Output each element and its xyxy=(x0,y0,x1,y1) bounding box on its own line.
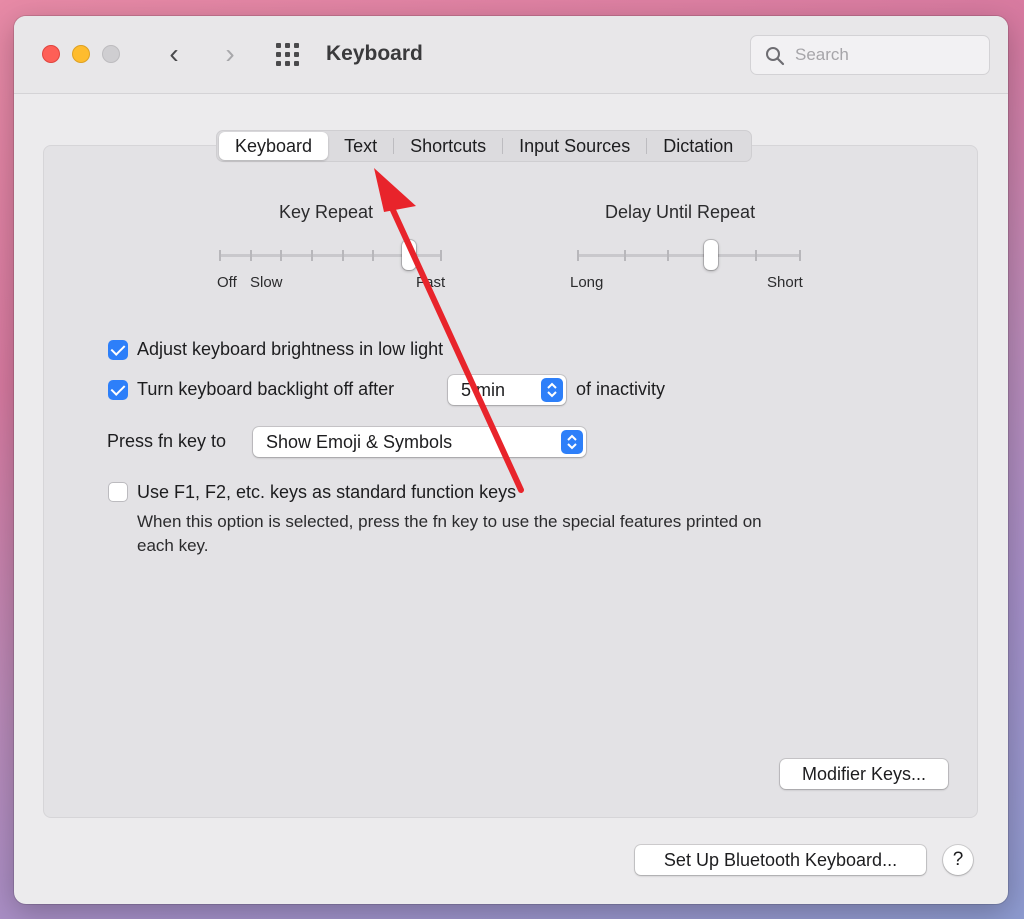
popup-stepper-icon xyxy=(541,378,563,402)
show-all-grid-icon[interactable] xyxy=(276,43,302,67)
title-bar: ‹ › Keyboard xyxy=(14,16,1008,94)
tab-dictation[interactable]: Dictation xyxy=(647,132,749,160)
slider-tick xyxy=(440,250,442,261)
delay-long-label: Long xyxy=(570,274,604,291)
tab-keyboard[interactable]: Keyboard xyxy=(219,132,329,160)
key-repeat-slider-knob[interactable] xyxy=(401,240,416,270)
delay-short-label: Short xyxy=(767,274,803,291)
key-repeat-off-label: Off xyxy=(217,274,237,291)
slider-tick xyxy=(219,250,221,261)
popup-stepper-icon xyxy=(561,430,583,454)
set-up-bluetooth-keyboard-button[interactable]: Set Up Bluetooth Keyboard... xyxy=(635,845,926,875)
slider-tick xyxy=(372,250,374,261)
slider-tick xyxy=(667,250,669,261)
system-preferences-window: ‹ › Keyboard Keyboard Text Shortcuts Inp… xyxy=(14,16,1008,904)
zoom-window-button[interactable] xyxy=(102,45,120,63)
backlight-label: Turn keyboard backlight off after xyxy=(137,379,395,399)
slider-tick xyxy=(280,250,282,261)
function-keys-help-line1: When this option is selected, press the … xyxy=(137,512,762,531)
window-title: Keyboard xyxy=(326,42,423,65)
minimize-window-button[interactable] xyxy=(72,45,90,63)
delay-until-repeat-slider[interactable] xyxy=(577,254,801,257)
modifier-keys-button[interactable]: Modifier Keys... xyxy=(780,759,948,789)
key-repeat-slow-label: Slow xyxy=(250,274,283,291)
backlight-checkbox[interactable] xyxy=(108,380,128,400)
help-button[interactable]: ? xyxy=(943,845,973,875)
forward-chevron-icon[interactable]: › xyxy=(216,40,244,70)
delay-until-repeat-slider-knob[interactable] xyxy=(704,240,719,270)
back-chevron-icon[interactable]: ‹ xyxy=(160,40,188,70)
key-repeat-title: Key Repeat xyxy=(279,202,374,222)
brightness-label: Adjust keyboard brightness in low light xyxy=(137,339,444,359)
brightness-checkbox[interactable] xyxy=(108,340,128,360)
search-icon xyxy=(766,47,785,66)
backlight-duration-popup[interactable]: 5 min xyxy=(448,375,566,405)
backlight-duration-value: 5 min xyxy=(461,380,506,400)
slider-tick xyxy=(755,250,757,261)
slider-tick xyxy=(577,250,579,261)
slider-tick xyxy=(342,250,344,261)
search-field[interactable] xyxy=(750,35,990,75)
tab-text[interactable]: Text xyxy=(328,132,393,160)
slider-tick xyxy=(624,250,626,261)
slider-tick xyxy=(799,250,801,261)
fn-key-label: Press fn key to xyxy=(107,431,227,451)
search-input[interactable] xyxy=(795,42,980,68)
slider-tick xyxy=(311,250,313,261)
function-keys-checkbox[interactable] xyxy=(108,482,128,502)
fn-key-action-value: Show Emoji & Symbols xyxy=(266,432,453,452)
fn-key-action-popup[interactable]: Show Emoji & Symbols xyxy=(253,427,586,457)
slider-tick xyxy=(250,250,252,261)
function-keys-label: Use F1, F2, etc. keys as standard functi… xyxy=(137,482,517,502)
function-keys-help-line2: each key. xyxy=(137,536,209,555)
tab-bar: Keyboard Text Shortcuts Input Sources Di… xyxy=(216,130,753,162)
key-repeat-fast-label: Fast xyxy=(416,274,446,291)
delay-until-repeat-title: Delay Until Repeat xyxy=(605,202,756,222)
inactivity-label: of inactivity xyxy=(576,379,666,399)
close-window-button[interactable] xyxy=(42,45,60,63)
tab-shortcuts[interactable]: Shortcuts xyxy=(394,132,502,160)
tab-input-sources[interactable]: Input Sources xyxy=(503,132,646,160)
